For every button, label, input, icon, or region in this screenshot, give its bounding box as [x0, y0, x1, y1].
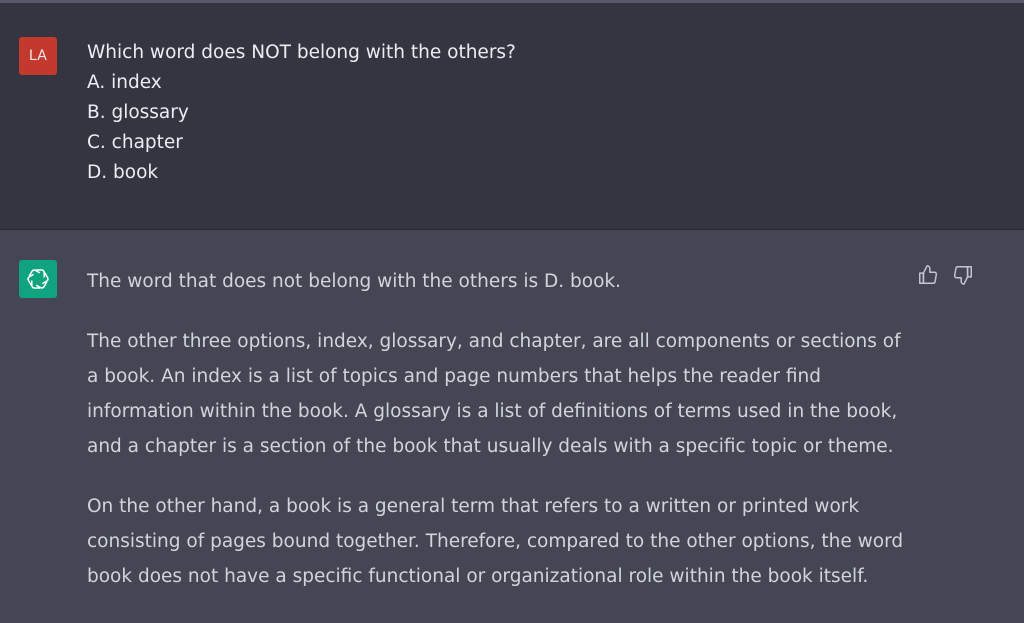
assistant-message: The word that does not belong with the o…: [0, 230, 1024, 623]
question-line: Which word does NOT belong with the othe…: [87, 42, 516, 63]
thumbs-up-icon: [919, 265, 938, 284]
option-b: B. glossary: [87, 102, 189, 123]
option-a: A. index: [87, 72, 162, 93]
option-d: D. book: [87, 162, 159, 183]
assistant-avatar: [19, 260, 57, 298]
explanation-paragraph: The other three options, index, glossary…: [87, 331, 901, 457]
thumbs-up-button[interactable]: [917, 264, 939, 286]
chat-page: LA Which word does NOT belong with the o…: [0, 0, 1024, 623]
user-message: LA Which word does NOT belong with the o…: [0, 3, 1024, 230]
user-avatar: LA: [19, 37, 57, 75]
openai-logo-icon: [27, 269, 49, 289]
answer-paragraph: The word that does not belong with the o…: [87, 271, 621, 292]
conclusion-paragraph: On the other hand, a book is a general t…: [87, 496, 904, 587]
option-c: C. chapter: [87, 132, 183, 153]
user-message-text: Which word does NOT belong with the othe…: [87, 38, 516, 188]
thumbs-down-button[interactable]: [952, 264, 974, 286]
thumbs-down-icon: [953, 266, 972, 285]
assistant-message-text: The word that does not belong with the o…: [87, 264, 907, 619]
